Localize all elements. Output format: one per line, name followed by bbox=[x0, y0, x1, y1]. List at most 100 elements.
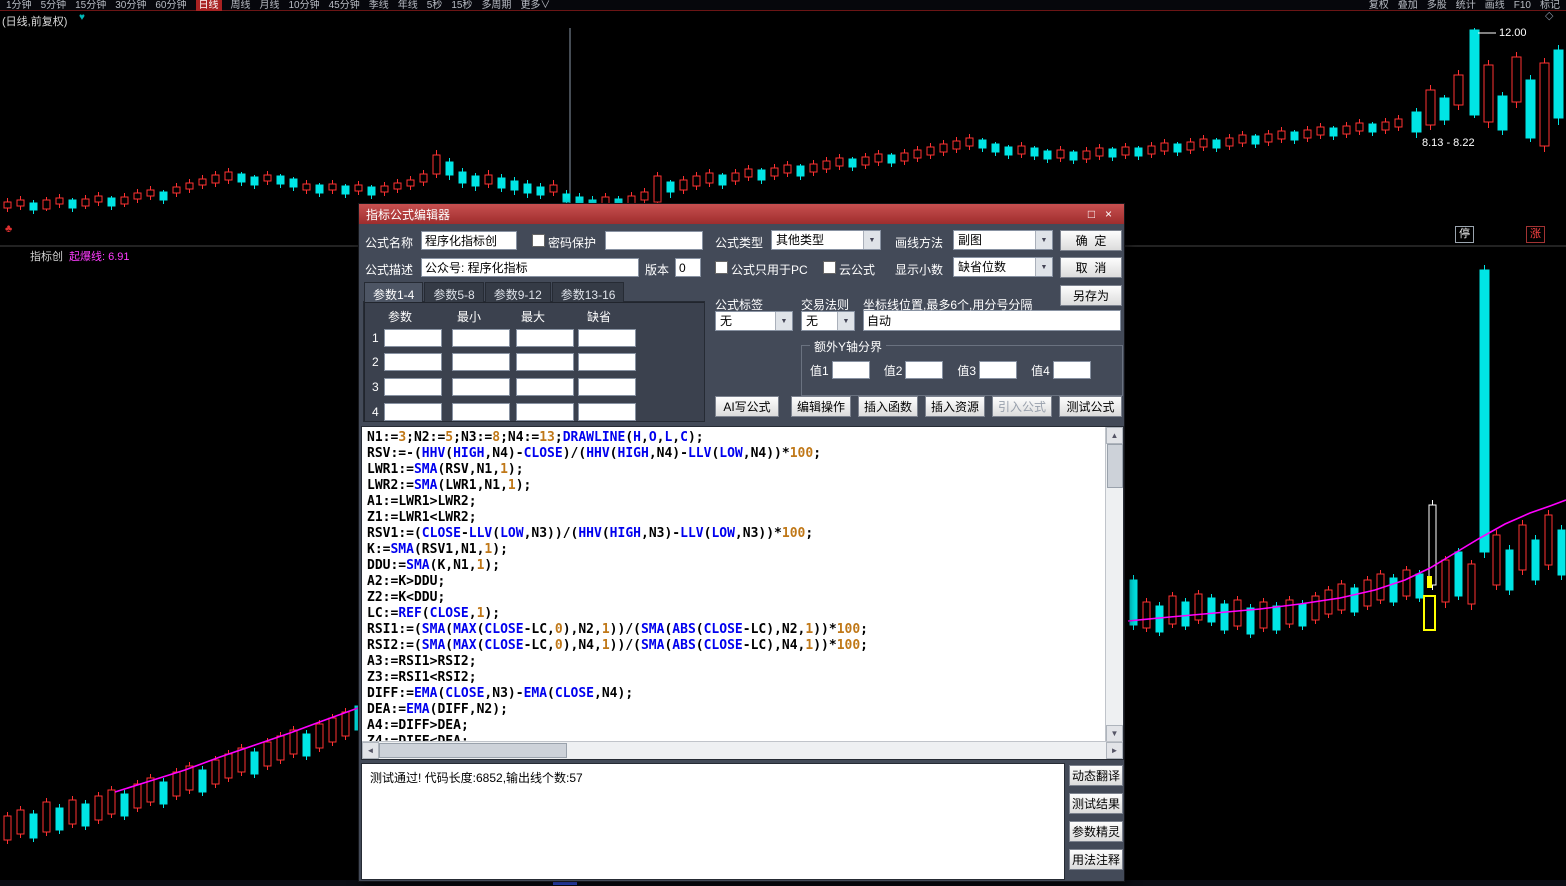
action-button-3[interactable]: 插入函数 bbox=[858, 396, 918, 417]
period-item[interactable]: 60分钟 bbox=[155, 0, 186, 11]
scroll-up-icon[interactable]: ▲ bbox=[1106, 427, 1123, 444]
scroll-right-icon[interactable]: ► bbox=[1106, 742, 1123, 759]
cloud-checkbox[interactable] bbox=[823, 261, 836, 274]
close-button[interactable]: × bbox=[1100, 207, 1117, 221]
chevron-down-icon[interactable]: ▼ bbox=[1035, 231, 1052, 249]
param-input-r1c2[interactable] bbox=[452, 329, 510, 347]
param-input-r2c1[interactable] bbox=[384, 353, 442, 371]
marker-icon: ♣ bbox=[5, 223, 12, 235]
dialog-titlebar[interactable]: 指标公式编辑器 □ × bbox=[359, 204, 1124, 224]
tab-2[interactable]: 参数5-8 bbox=[424, 282, 483, 302]
toolbar-item[interactable]: 统计 bbox=[1456, 0, 1476, 11]
maximize-button[interactable]: □ bbox=[1083, 207, 1100, 221]
param-input-r2c2[interactable] bbox=[452, 353, 510, 371]
horizontal-scrollbar[interactable]: ◄ ► bbox=[362, 741, 1123, 759]
signal-marker-flag bbox=[1427, 576, 1432, 588]
formula-tag-select[interactable]: 无▼ bbox=[715, 311, 793, 331]
formula-desc-input[interactable] bbox=[421, 258, 639, 277]
period-item[interactable]: 45分钟 bbox=[329, 0, 360, 11]
cancel-button[interactable]: 取 消 bbox=[1060, 257, 1122, 278]
pc-only-checkbox[interactable] bbox=[715, 261, 728, 274]
candle-main bbox=[836, 154, 843, 170]
chevron-down-icon[interactable]: ▼ bbox=[837, 312, 854, 330]
param-input-r3c2[interactable] bbox=[452, 378, 510, 396]
side-button-1[interactable]: 动态翻译 bbox=[1069, 765, 1123, 786]
favorite-icon[interactable]: ♥ bbox=[79, 12, 85, 23]
param-input-r2c3[interactable] bbox=[516, 353, 574, 371]
vertical-scrollbar[interactable]: ▲ ▼ bbox=[1105, 427, 1123, 742]
chevron-down-icon[interactable]: ▼ bbox=[1035, 258, 1052, 276]
toolbar-item[interactable]: 多股 bbox=[1427, 0, 1447, 11]
period-item[interactable]: 15秒 bbox=[451, 0, 472, 11]
period-item[interactable]: 10分钟 bbox=[289, 0, 320, 11]
scroll-down-icon[interactable]: ▼ bbox=[1106, 725, 1123, 742]
candle-main bbox=[1554, 45, 1563, 125]
tab-4[interactable]: 参数13-16 bbox=[552, 282, 625, 302]
draw-method-select[interactable]: 副图▼ bbox=[953, 230, 1053, 250]
tab-3[interactable]: 参数9-12 bbox=[485, 282, 551, 302]
period-item[interactable]: 日线 bbox=[196, 0, 222, 11]
save-as-button[interactable]: 另存为 bbox=[1060, 285, 1122, 306]
password-checkbox[interactable] bbox=[532, 234, 545, 247]
param-input-r4c3[interactable] bbox=[516, 403, 574, 421]
formula-type-select[interactable]: 其他类型▼ bbox=[771, 230, 881, 250]
param-input-r1c1[interactable] bbox=[384, 329, 442, 347]
code-lines[interactable]: N1:=3;N2:=5;N3:=8;N4:=13;DRAWLINE(H,O,L,… bbox=[362, 427, 1111, 745]
action-button-4[interactable]: 插入资源 bbox=[925, 396, 985, 417]
param-input-r3c1[interactable] bbox=[384, 378, 442, 396]
param-input-r3c3[interactable] bbox=[516, 378, 574, 396]
ok-button[interactable]: 确 定 bbox=[1060, 230, 1122, 251]
param-input-r1c4[interactable] bbox=[578, 329, 636, 347]
period-item[interactable]: 30分钟 bbox=[115, 0, 146, 11]
toolbar-item[interactable]: 复权 bbox=[1369, 0, 1389, 11]
y-value-input-1[interactable] bbox=[832, 361, 870, 379]
code-editor[interactable]: N1:=3;N2:=5;N3:=8;N4:=13;DRAWLINE(H,O,L,… bbox=[361, 426, 1124, 760]
toolbar-item[interactable]: 叠加 bbox=[1398, 0, 1418, 11]
param-input-r4c2[interactable] bbox=[452, 403, 510, 421]
chevron-down-icon[interactable]: ▼ bbox=[863, 231, 880, 249]
candle-indicator bbox=[147, 774, 154, 806]
side-button-3[interactable]: 参数精灵 bbox=[1069, 821, 1123, 842]
decimals-select[interactable]: 缺省位数▼ bbox=[953, 257, 1053, 277]
trade-rule-select[interactable]: 无▼ bbox=[801, 311, 855, 331]
formula-name-input[interactable] bbox=[421, 231, 517, 250]
side-button-2[interactable]: 测试结果 bbox=[1069, 793, 1123, 814]
period-item[interactable]: 月线 bbox=[260, 0, 280, 11]
chevron-down-icon[interactable]: ▼ bbox=[775, 312, 792, 330]
toolbar-item[interactable]: 画线 bbox=[1485, 0, 1505, 11]
param-input-r4c1[interactable] bbox=[384, 403, 442, 421]
toolbar-item[interactable]: F10 bbox=[1514, 0, 1531, 11]
password-input[interactable] bbox=[605, 231, 703, 250]
period-item[interactable]: 多周期 bbox=[481, 0, 511, 11]
period-item[interactable]: 15分钟 bbox=[75, 0, 106, 11]
period-item[interactable]: 1分钟 bbox=[6, 0, 32, 11]
param-input-r4c4[interactable] bbox=[578, 403, 636, 421]
version-input[interactable] bbox=[675, 258, 701, 277]
vertical-scroll-thumb[interactable] bbox=[1107, 444, 1123, 488]
action-button-1[interactable]: AI写公式 bbox=[715, 396, 779, 417]
y-value-input-2[interactable] bbox=[905, 361, 943, 379]
action-button-6[interactable]: 测试公式 bbox=[1059, 396, 1122, 417]
axis-pos-label: 坐标线位置,最多6个,用分号分隔 bbox=[863, 296, 1032, 313]
period-item[interactable]: 5秒 bbox=[427, 0, 443, 11]
period-item[interactable]: 年线 bbox=[398, 0, 418, 11]
toolbar-item[interactable]: 标记 bbox=[1540, 0, 1560, 11]
halt-badge[interactable]: 停 bbox=[1455, 226, 1474, 243]
period-item[interactable]: 季线 bbox=[369, 0, 389, 11]
rise-badge[interactable]: 涨 bbox=[1526, 226, 1545, 243]
tab-1[interactable]: 参数1-4 bbox=[364, 282, 423, 302]
horizontal-scroll-thumb[interactable] bbox=[379, 743, 567, 758]
y-value-input-4[interactable] bbox=[1053, 361, 1091, 379]
period-item[interactable]: 更多∨ bbox=[520, 0, 550, 11]
action-button-2[interactable]: 编辑操作 bbox=[791, 396, 851, 417]
scroll-left-icon[interactable]: ◄ bbox=[362, 742, 379, 759]
param-input-r2c4[interactable] bbox=[578, 353, 636, 371]
action-button-5[interactable]: 引入公式 bbox=[992, 396, 1052, 417]
period-item[interactable]: 周线 bbox=[231, 0, 251, 11]
param-input-r3c4[interactable] bbox=[578, 378, 636, 396]
param-input-r1c3[interactable] bbox=[516, 329, 574, 347]
axis-pos-input[interactable] bbox=[863, 310, 1121, 331]
y-value-input-3[interactable] bbox=[979, 361, 1017, 379]
side-button-4[interactable]: 用法注释 bbox=[1069, 849, 1123, 870]
period-item[interactable]: 5分钟 bbox=[41, 0, 67, 11]
